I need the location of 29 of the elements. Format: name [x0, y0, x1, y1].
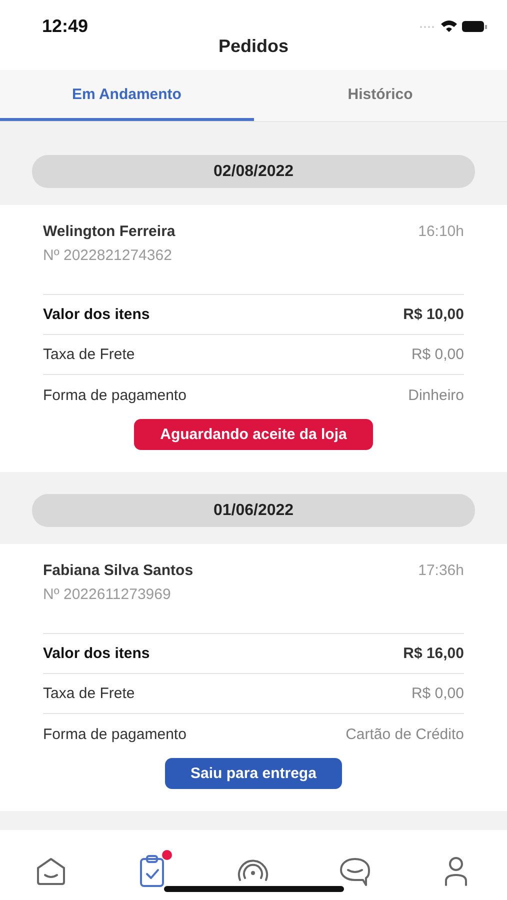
order-number: Nº 2022611273969 [43, 586, 172, 603]
wifi-battery-icon [419, 18, 487, 34]
row-value: R$ 10,00 [403, 306, 464, 323]
row-value: R$ 0,00 [411, 346, 464, 363]
order-card[interactable]: Fabiana Silva Santos Nº 2022611273969 17:36h Valor dos itens R$ 16,00 Taxa de Frete R$ 0,00 Forma de pagamento Cartão de Crédito Saiu para entrega [0, 544, 507, 811]
row-label: Forma de pagamento [43, 386, 186, 404]
customer-name: Fabiana Silva Santos [43, 562, 194, 579]
date-header: 02/08/2022 [32, 155, 475, 188]
page-title: Pedidos [218, 36, 288, 57]
row-value: R$ 0,00 [411, 685, 464, 702]
tab[interactable]: Em Andamento [0, 70, 254, 121]
row-value: Dinheiro [408, 386, 464, 404]
status-badge: Saiu para entrega [164, 758, 342, 789]
row-label: Valor dos itens [43, 645, 150, 662]
order-time: 17:36h [418, 562, 464, 581]
status-badge: Aguardando aceite da loja [134, 419, 373, 450]
row-value: R$ 16,00 [403, 645, 464, 662]
row-label: Taxa de Frete [43, 685, 135, 702]
row-value: Cartão de Crédito [346, 726, 464, 742]
order-time: 16:10h [418, 223, 464, 242]
tab[interactable]: Histórico [254, 70, 507, 121]
row-label: Forma de pagamento [43, 726, 186, 742]
row-label: Taxa de Frete [43, 346, 135, 363]
row-label: Valor dos itens [43, 306, 150, 323]
order-card[interactable]: Welington Ferreira Nº 2022821274362 16:10h Valor dos itens R$ 10,00 Taxa de Frete R$ 0,00 Forma de pagamento Dinheiro Aguardando aceite da loja [0, 205, 507, 472]
status-time: 12:49 [42, 16, 88, 37]
date-header: 01/06/2022 [32, 494, 475, 527]
order-number: Nº 2022821274362 [43, 247, 173, 264]
customer-name: Welington Ferreira [43, 223, 176, 240]
